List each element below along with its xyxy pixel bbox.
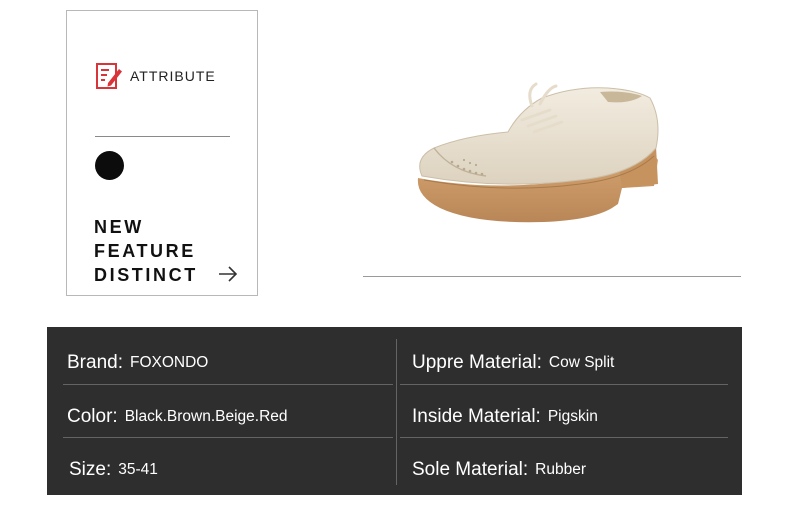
- spec-value: 35-41: [118, 461, 158, 478]
- spec-size: Size: 35-41: [69, 444, 158, 496]
- spec-value: Black.Brown.Beige.Red: [124, 408, 288, 425]
- spec-label: Color:: [67, 406, 118, 427]
- spec-value: FOXONDO: [129, 354, 209, 371]
- spec-label: Uppre Material:: [412, 352, 542, 373]
- attribute-divider: [95, 136, 230, 137]
- feature-line: NEW: [94, 217, 144, 237]
- edit-document-icon: [96, 63, 122, 89]
- black-dot: [95, 151, 124, 180]
- attribute-card: ATTRIBUTE NEW FEATURE DISTINCT: [66, 10, 258, 296]
- column-divider: [396, 339, 397, 485]
- row-divider: [63, 384, 393, 385]
- attribute-title: ATTRIBUTE: [130, 68, 216, 84]
- spec-label: Size:: [69, 459, 112, 480]
- spec-inside-material: Inside Material: Pigskin: [412, 391, 598, 443]
- spec-table: Brand: FOXONDO Uppre Material: Cow Split…: [47, 327, 742, 495]
- spec-label: Sole Material:: [412, 459, 529, 480]
- row-divider: [400, 437, 728, 438]
- spec-label: Brand:: [67, 352, 123, 373]
- row-divider: [63, 437, 393, 438]
- spec-sole-material: Sole Material: Rubber: [412, 444, 586, 496]
- row-divider: [400, 384, 728, 385]
- spec-brand: Brand: FOXONDO: [67, 337, 208, 389]
- spec-value: Cow Split: [548, 354, 615, 371]
- feature-line: FEATURE: [94, 241, 196, 261]
- spec-value: Rubber: [535, 461, 587, 478]
- photo-divider: [363, 276, 741, 277]
- spec-label: Inside Material:: [412, 406, 541, 427]
- spec-value: Pigskin: [547, 408, 598, 425]
- product-photo-shoe: [417, 82, 659, 223]
- arrow-right-icon[interactable]: [217, 263, 239, 285]
- spec-color: Color: Black.Brown.Beige.Red: [67, 391, 288, 443]
- attribute-header: ATTRIBUTE: [94, 61, 216, 91]
- spec-upper-material: Uppre Material: Cow Split: [412, 337, 614, 389]
